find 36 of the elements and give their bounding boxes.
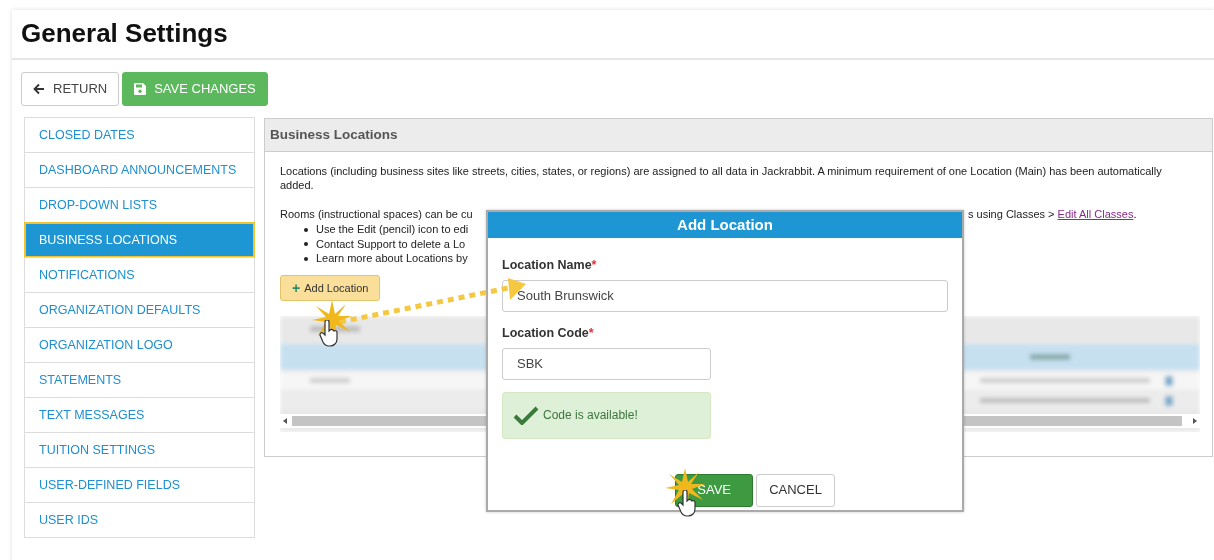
rooms-text: Rooms (instructional spaces) can be cu — [280, 206, 473, 222]
sidebar-item[interactable]: USER IDS — [24, 501, 255, 538]
bullet-icon — [304, 227, 308, 232]
bullet-icon — [304, 256, 308, 261]
dialog-title: Add Location — [488, 212, 962, 238]
intro-text: Locations (including business sites like streets, cities, states, or regions) are assigned to all data in Jackrabbit. A minimum requirement of one Location (Main) has been automatically added. — [280, 163, 1163, 193]
sidebar-item[interactable]: BUSINESS LOCATIONS — [24, 221, 255, 258]
status-text: Code is available! — [543, 407, 638, 424]
sidebar-item[interactable]: ORGANIZATION DEFAULTS — [24, 291, 255, 328]
save-changes-button[interactable]: SAVE CHANGES — [122, 72, 268, 106]
field-label: Location Name* — [502, 257, 598, 274]
panel-title: Business Locations — [265, 118, 1212, 152]
sidebar-item[interactable]: DASHBOARD ANNOUNCEMENTS — [24, 151, 255, 188]
arrow-left-icon — [33, 82, 45, 95]
input-field[interactable]: SBK — [502, 347, 711, 380]
sidebar-item[interactable]: TUITION SETTINGS — [24, 431, 255, 468]
rooms-text: s using Classes > Edit All Classes. — [968, 206, 1137, 222]
add-location-button[interactable]: + Add Location — [280, 274, 381, 302]
hand-cursor-icon — [318, 320, 340, 348]
sidebar-item[interactable]: NOTIFICATIONS — [24, 256, 255, 293]
bullet-text: Learn more about Locations by — [316, 251, 468, 266]
sidebar-item[interactable]: ORGANIZATION LOGO — [24, 326, 255, 363]
page-title: General Settings — [12, 10, 1214, 61]
sidebar-item[interactable]: USER-DEFINED FIELDS — [24, 466, 255, 503]
bullet-text: Contact Support to delete a Lo — [316, 236, 466, 252]
input-field[interactable]: South Brunswick — [502, 279, 948, 312]
sidebar-item[interactable]: CLOSED DATES — [24, 116, 255, 153]
field-label: Location Code* — [502, 324, 595, 342]
return-button[interactable]: RETURN — [21, 72, 120, 106]
bullet-text: Use the Edit (pencil) icon to edi — [316, 222, 469, 237]
sidebar-item[interactable]: STATEMENTS — [24, 361, 255, 398]
sidebar-item[interactable]: TEXT MESSAGES — [24, 396, 255, 433]
cancel-button[interactable]: CANCEL — [756, 473, 835, 507]
sidebar-item[interactable]: DROP-DOWN LISTS — [24, 186, 255, 223]
checkmark-icon — [513, 405, 539, 425]
bullet-icon — [304, 242, 308, 247]
